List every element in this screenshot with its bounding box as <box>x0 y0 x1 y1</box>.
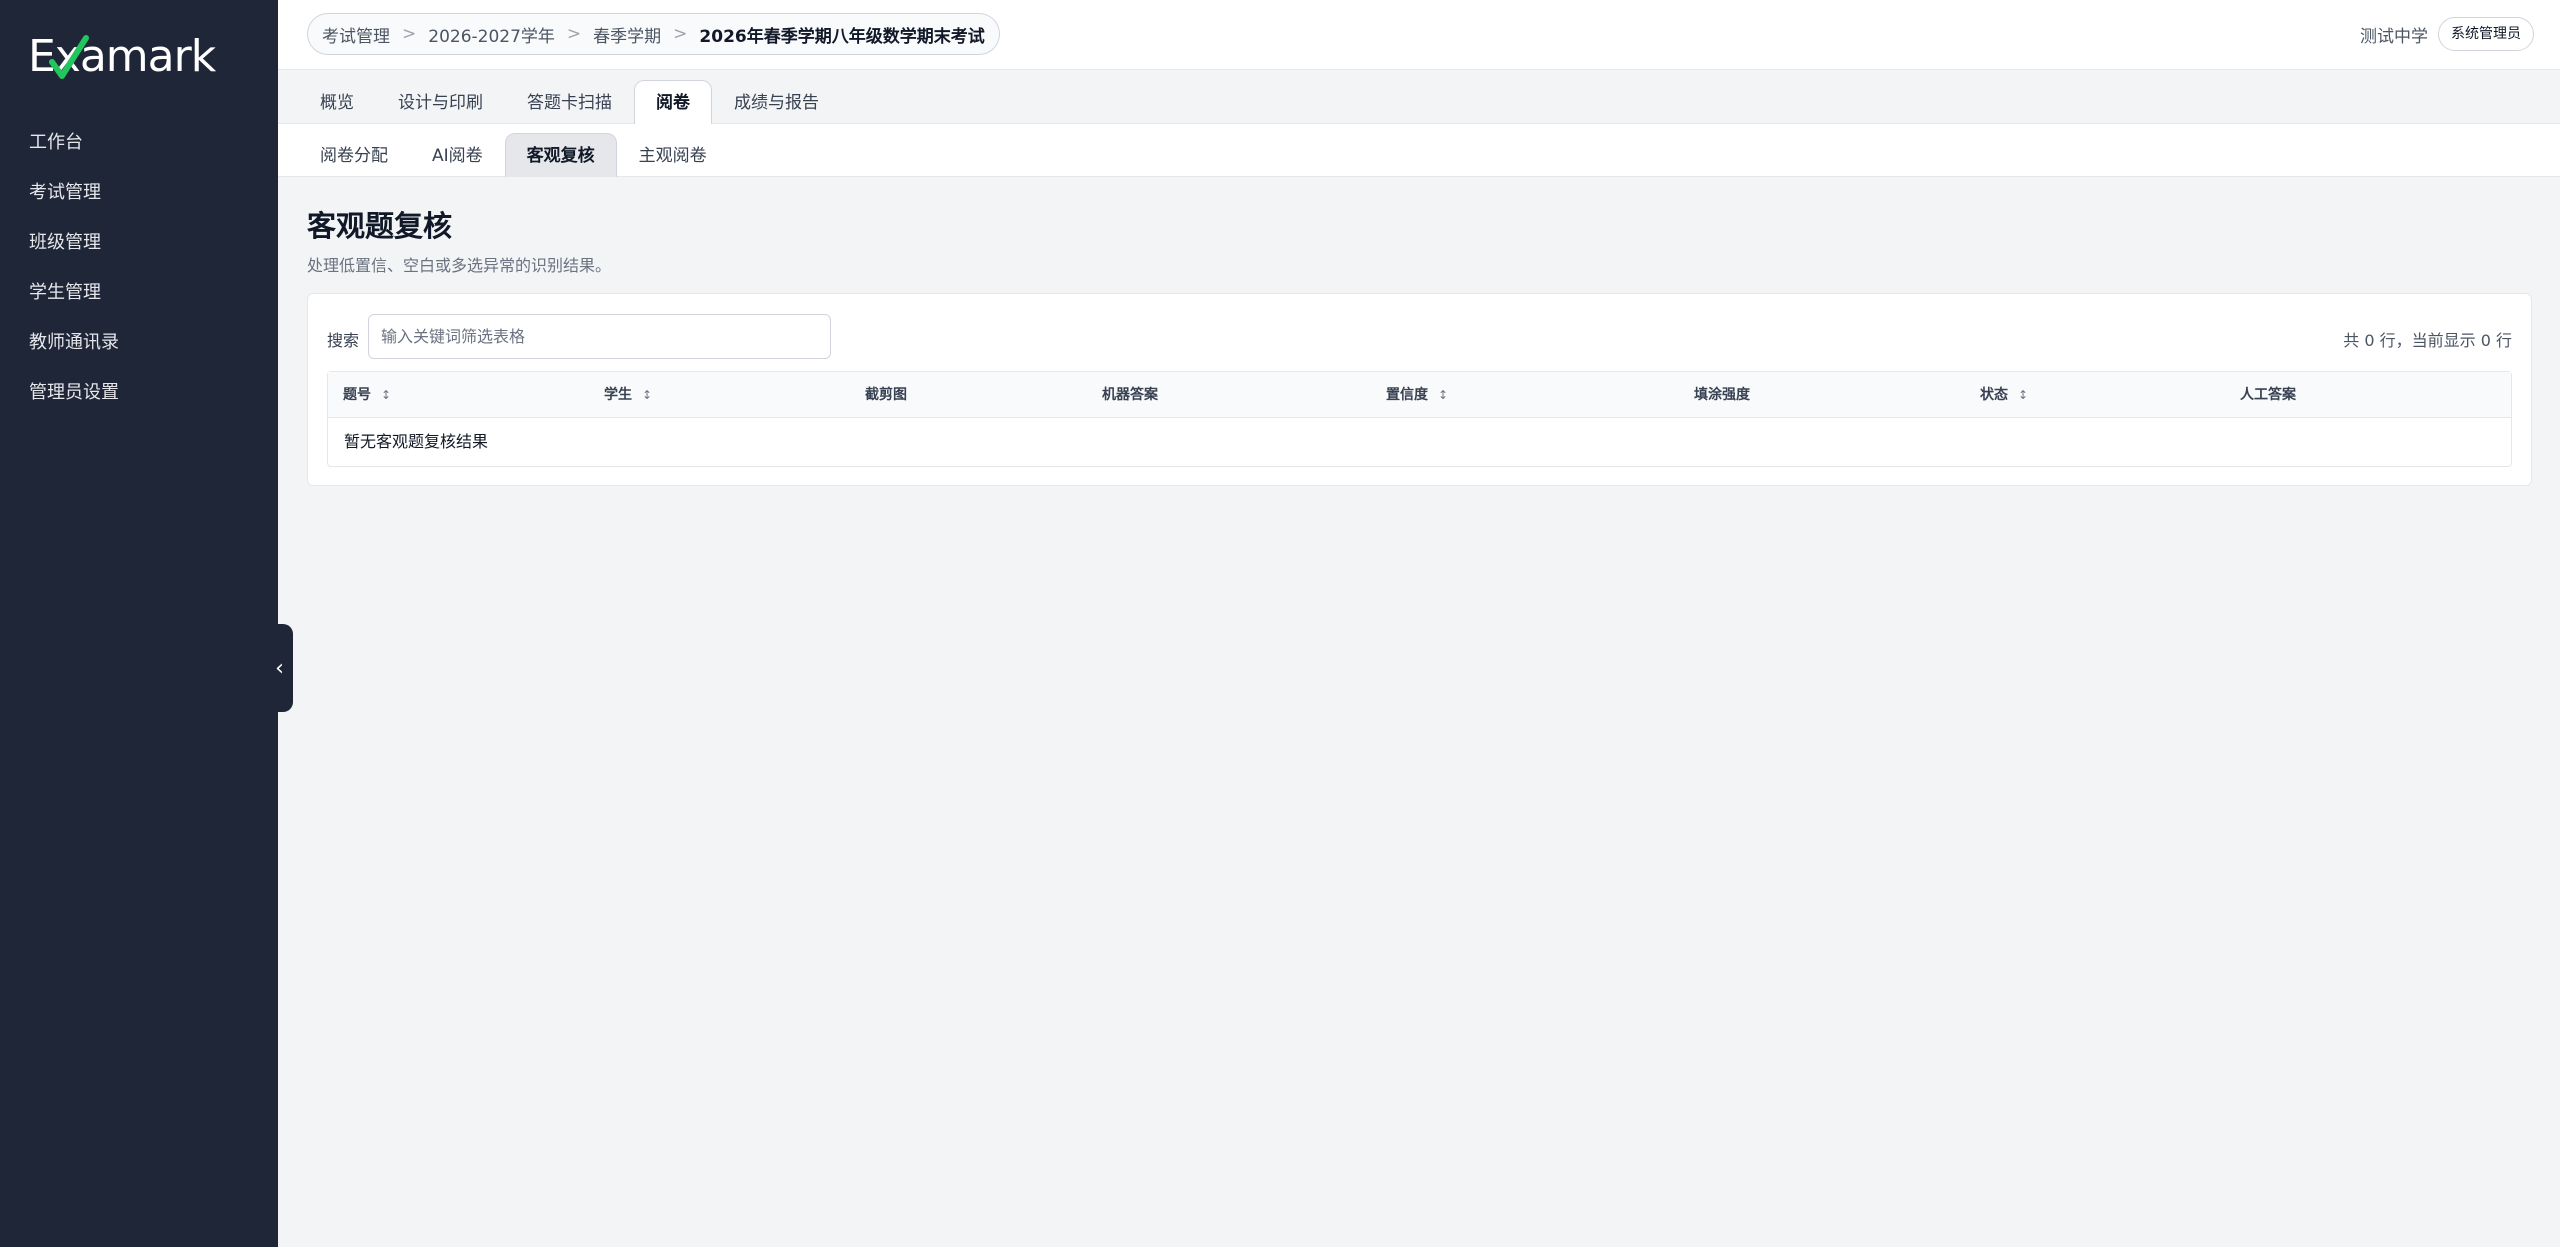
column-header-fill-intensity: 填涂强度 <box>1694 387 1750 403</box>
logo-check-icon <box>49 35 89 79</box>
sort-icon[interactable]: ↕ <box>2018 388 2028 402</box>
breadcrumb-separator: > <box>673 24 688 44</box>
search-label: 搜索 <box>327 331 360 350</box>
sub-tabs: 阅卷分配 AI阅卷 客观复核 主观阅卷 <box>298 133 729 177</box>
tab-answer-sheet-scan[interactable]: 答题卡扫描 <box>505 80 634 124</box>
sidebar: Examark 工作台 考试管理 班级管理 学生管理 教师通讯录 管理员设置 <box>0 0 278 1247</box>
row-count-text: 共 0 行，当前显示 0 行 <box>2343 331 2512 350</box>
tab-grading[interactable]: 阅卷 <box>634 80 712 124</box>
subtab-grading-assignment[interactable]: 阅卷分配 <box>298 133 410 177</box>
breadcrumb-item-current-exam: 2026年春季学期八年级数学期末考试 <box>699 26 985 47</box>
review-table: 题号 ↕ 学生 ↕ 截剪图 机器答案 置信度 ↕ 填涂强度 状态 ↕ 人工答案 暂无客观… <box>327 371 2512 467</box>
search-input[interactable] <box>368 314 831 359</box>
subtab-ai-grading[interactable]: AI阅卷 <box>410 133 505 177</box>
tab-scores-reports[interactable]: 成绩与报告 <box>712 80 841 124</box>
column-header-confidence[interactable]: 置信度 ↕ <box>1386 372 1448 418</box>
sidebar-collapse-button[interactable]: ‹ <box>266 624 293 712</box>
column-header-status[interactable]: 状态 ↕ <box>1980 372 2028 418</box>
sidebar-item-student-management[interactable]: 学生管理 <box>0 268 278 318</box>
breadcrumb-separator: > <box>402 24 417 44</box>
breadcrumb-item-year[interactable]: 2026-2027学年 <box>428 22 555 47</box>
page-title: 客观题复核 <box>307 209 453 243</box>
column-header-question-no[interactable]: 题号 ↕ <box>343 372 391 418</box>
table-header: 题号 ↕ 学生 ↕ 截剪图 机器答案 置信度 ↕ 填涂强度 状态 ↕ 人工答案 <box>328 372 2511 418</box>
tab-overview[interactable]: 概览 <box>298 80 376 124</box>
sidebar-item-admin-settings[interactable]: 管理员设置 <box>0 368 278 418</box>
primary-tabs: 概览 设计与印刷 答题卡扫描 阅卷 成绩与报告 <box>298 80 841 124</box>
sort-icon[interactable]: ↕ <box>381 388 391 402</box>
subtab-subjective-grading[interactable]: 主观阅卷 <box>617 133 729 177</box>
column-header-manual-answer: 人工答案 <box>2240 387 2296 403</box>
sidebar-item-workbench[interactable]: 工作台 <box>0 118 278 168</box>
breadcrumb-separator: > <box>566 24 582 44</box>
topbar: 考试管理 > 2026-2027学年 > 春季学期 > 2026年春季学期八年级… <box>278 0 2560 70</box>
page-description: 处理低置信、空白或多选异常的识别结果。 <box>307 256 612 275</box>
breadcrumb-item-exam-management[interactable]: 考试管理 <box>322 22 390 47</box>
sort-icon[interactable]: ↕ <box>1438 388 1448 402</box>
chevron-left-icon: ‹ <box>275 655 284 681</box>
sort-icon[interactable]: ↕ <box>642 388 652 402</box>
table-empty-state: 暂无客观题复核结果 <box>344 432 489 451</box>
tab-design-print[interactable]: 设计与印刷 <box>376 80 505 124</box>
school-name: 测试中学 <box>2360 26 2428 47</box>
sidebar-nav: 工作台 考试管理 班级管理 学生管理 教师通讯录 管理员设置 <box>0 118 278 418</box>
primary-tabs-row: 概览 设计与印刷 答题卡扫描 阅卷 成绩与报告 <box>278 70 2560 124</box>
role-badge[interactable]: 系统管理员 <box>2438 17 2534 51</box>
review-table-card: 搜索 共 0 行，当前显示 0 行 题号↕ 学生↕ 截剪图 机器答案 置信度↕ … <box>307 293 2532 486</box>
subtab-objective-review[interactable]: 客观复核 <box>504 133 617 177</box>
sidebar-item-class-management[interactable]: 班级管理 <box>0 218 278 268</box>
column-header-crop-image: 截剪图 <box>865 387 907 403</box>
breadcrumb-item-term[interactable]: 春季学期 <box>593 22 661 47</box>
column-header-student[interactable]: 学生 ↕ <box>604 372 652 418</box>
user-area: 测试中学 系统管理员 <box>2360 16 2534 52</box>
examark-logo[interactable]: Examark <box>28 28 216 84</box>
sub-tabs-row: 阅卷分配 AI阅卷 客观复核 主观阅卷 <box>278 124 2560 177</box>
column-header-machine-answer: 机器答案 <box>1102 387 1158 403</box>
sidebar-item-exam-management[interactable]: 考试管理 <box>0 168 278 218</box>
sidebar-item-teacher-directory[interactable]: 教师通讯录 <box>0 318 278 368</box>
breadcrumb: 考试管理 > 2026-2027学年 > 春季学期 > 2026年春季学期八年级… <box>307 13 1000 55</box>
